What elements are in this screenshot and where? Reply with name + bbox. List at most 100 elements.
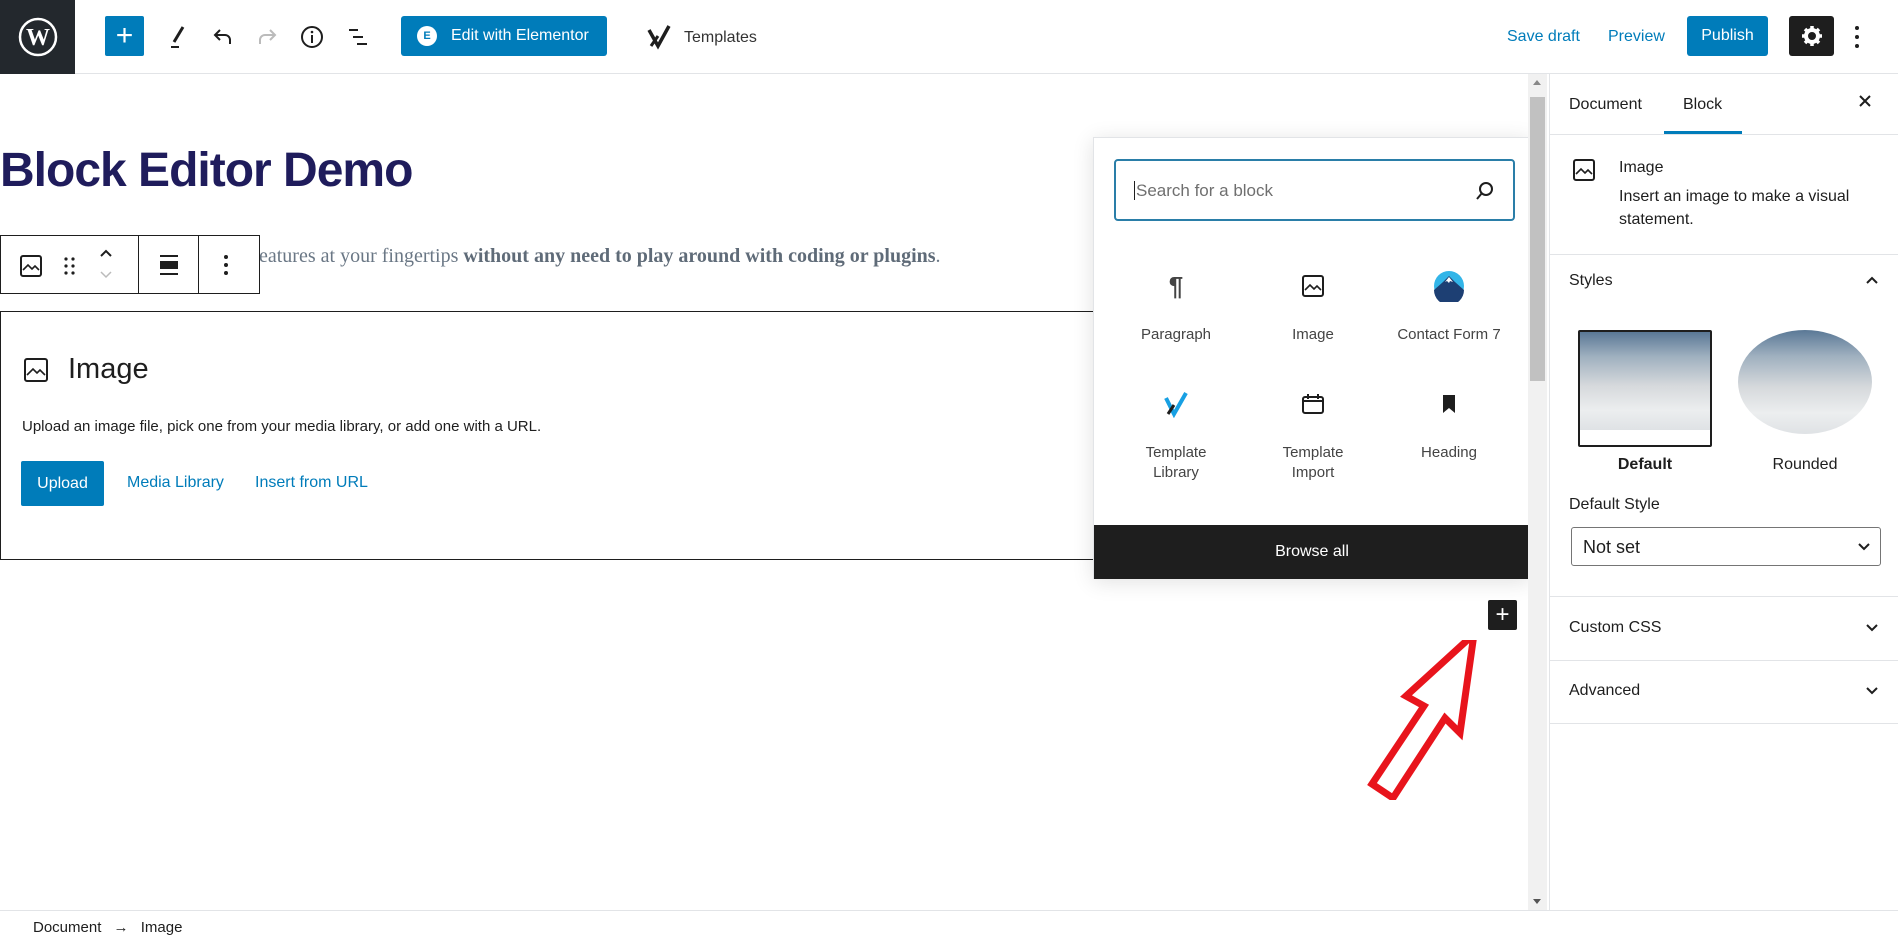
image-block-title: Image bbox=[68, 353, 149, 385]
save-draft-button[interactable]: Save draft bbox=[1507, 28, 1580, 46]
style-option-rounded[interactable] bbox=[1738, 330, 1872, 434]
block-label: Image bbox=[1292, 326, 1334, 343]
preview-button[interactable]: Preview bbox=[1608, 28, 1665, 46]
templates-icon[interactable] bbox=[646, 24, 672, 55]
chevron-down-icon[interactable] bbox=[1866, 622, 1878, 634]
block-label: Contact Form 7 bbox=[1397, 326, 1501, 343]
breadcrumb-image[interactable]: Image bbox=[141, 919, 183, 936]
image-icon bbox=[1243, 271, 1383, 301]
drag-handle-icon[interactable] bbox=[63, 254, 77, 283]
block-label: Paragraph bbox=[1140, 326, 1212, 343]
insert-from-url-button[interactable]: Insert from URL bbox=[255, 474, 368, 492]
mountain-icon bbox=[1379, 271, 1519, 302]
align-icon[interactable] bbox=[158, 253, 180, 282]
elementor-icon: E bbox=[417, 26, 437, 46]
block-toolbar bbox=[0, 235, 260, 294]
block-label: Heading bbox=[1421, 444, 1477, 461]
block-options-icon[interactable] bbox=[221, 253, 231, 282]
templates-button[interactable]: Templates bbox=[684, 29, 757, 47]
add-block-button[interactable]: + bbox=[105, 16, 144, 56]
scrollbar-thumb[interactable] bbox=[1530, 97, 1545, 381]
styles-panel-toggle[interactable]: Styles bbox=[1569, 272, 1613, 290]
breadcrumb-separator: → bbox=[113, 919, 129, 936]
advanced-panel-toggle[interactable]: Advanced bbox=[1569, 682, 1640, 700]
list-view-icon[interactable] bbox=[338, 17, 378, 57]
move-down-icon[interactable] bbox=[98, 268, 114, 287]
image-block-placeholder[interactable]: Image Upload an image file, pick one fro… bbox=[0, 311, 1100, 560]
pilcrow-icon: ¶ bbox=[1168, 271, 1184, 301]
bookmark-icon bbox=[1379, 389, 1519, 419]
publish-button[interactable]: Publish bbox=[1687, 16, 1768, 56]
divider bbox=[1550, 254, 1898, 255]
paragraph-block[interactable]: eatures at your fingertips without any n… bbox=[259, 245, 941, 268]
block-label: Template Import bbox=[1282, 444, 1344, 481]
svg-text:W: W bbox=[26, 25, 50, 51]
divider bbox=[138, 236, 139, 293]
move-up-icon[interactable] bbox=[98, 246, 114, 265]
upload-button[interactable]: Upload bbox=[21, 461, 104, 506]
image-block-description: Upload an image file, pick one from your… bbox=[22, 418, 542, 435]
gear-icon bbox=[1801, 26, 1822, 46]
paragraph-bold-text: without any need to play around with cod… bbox=[463, 245, 936, 267]
block-item-template-library[interactable]: Template Library bbox=[1106, 389, 1246, 483]
block-item-image[interactable]: Image bbox=[1243, 271, 1383, 345]
custom-css-panel-toggle[interactable]: Custom CSS bbox=[1569, 619, 1661, 637]
paragraph-text: eatures at your fingertips bbox=[259, 245, 464, 267]
style-option-default[interactable] bbox=[1578, 330, 1712, 447]
settings-sidebar: Document Block Image Insert an image to … bbox=[1549, 74, 1898, 910]
divider bbox=[1550, 660, 1898, 661]
search-icon bbox=[1476, 182, 1493, 200]
select-value: Not set bbox=[1583, 537, 1641, 557]
scroll-down-arrow[interactable] bbox=[1533, 899, 1541, 904]
undo-icon[interactable] bbox=[203, 17, 243, 57]
calendar-icon bbox=[1243, 389, 1383, 419]
editor-scrollbar[interactable] bbox=[1528, 74, 1547, 910]
post-title[interactable]: Block Editor Demo bbox=[0, 143, 413, 198]
divider bbox=[198, 236, 199, 293]
image-block-type-icon[interactable] bbox=[19, 254, 43, 283]
settings-button[interactable] bbox=[1789, 16, 1834, 56]
edit-with-elementor-button[interactable]: E Edit with Elementor bbox=[401, 16, 607, 56]
image-icon bbox=[23, 357, 49, 388]
block-item-template-import[interactable]: Template Import bbox=[1243, 389, 1383, 483]
chevron-up-icon[interactable] bbox=[1866, 274, 1878, 286]
wordpress-logo[interactable]: W bbox=[0, 0, 75, 74]
edit-elementor-label: Edit with Elementor bbox=[451, 27, 589, 44]
block-inserter-popover: Search for a block ¶ Paragraph Image Cont… bbox=[1093, 137, 1531, 579]
block-item-contact-form-7[interactable]: Contact Form 7 bbox=[1379, 271, 1519, 345]
redo-icon[interactable] bbox=[247, 17, 287, 57]
block-label: Template Library bbox=[1145, 444, 1207, 481]
default-style-select[interactable]: Not set bbox=[1571, 527, 1881, 566]
scroll-up-arrow[interactable] bbox=[1533, 80, 1541, 85]
tab-document[interactable]: Document bbox=[1569, 96, 1642, 114]
top-toolbar: W + E Edit with Elementor Templates Save … bbox=[0, 0, 1898, 74]
block-item-paragraph[interactable]: ¶ Paragraph bbox=[1106, 271, 1246, 345]
pencil-icon[interactable] bbox=[158, 17, 198, 57]
add-block-appender-button[interactable]: + bbox=[1488, 600, 1517, 630]
media-library-button[interactable]: Media Library bbox=[127, 474, 224, 492]
search-placeholder: Search for a block bbox=[1134, 181, 1274, 200]
default-style-label: Default Style bbox=[1569, 496, 1660, 513]
style-label-rounded: Rounded bbox=[1772, 456, 1838, 473]
close-icon[interactable] bbox=[1858, 94, 1872, 113]
chevron-down-icon bbox=[1858, 543, 1870, 551]
block-card-title: Image bbox=[1619, 159, 1664, 176]
block-search-input[interactable]: Search for a block bbox=[1114, 159, 1515, 221]
browse-all-button[interactable]: Browse all bbox=[1094, 525, 1530, 579]
info-icon[interactable] bbox=[292, 17, 332, 57]
divider bbox=[1550, 723, 1898, 724]
block-card-description: Insert an image to make a visual stateme… bbox=[1619, 188, 1850, 228]
more-options-icon[interactable] bbox=[1849, 22, 1865, 52]
chevron-down-icon[interactable] bbox=[1866, 685, 1878, 697]
style-preview-image bbox=[1580, 332, 1710, 430]
image-icon bbox=[1572, 158, 1596, 187]
paragraph-end: . bbox=[935, 245, 941, 267]
style-label-default: Default bbox=[1617, 456, 1673, 473]
tab-block[interactable]: Block bbox=[1683, 96, 1722, 114]
breadcrumb-document[interactable]: Document bbox=[33, 919, 101, 936]
breadcrumb: Document → Image bbox=[0, 910, 1898, 940]
wordpress-icon: W bbox=[18, 17, 57, 57]
template-library-icon bbox=[1106, 389, 1246, 419]
block-item-heading[interactable]: Heading bbox=[1379, 389, 1519, 463]
red-arrow-annotation bbox=[1367, 640, 1477, 800]
